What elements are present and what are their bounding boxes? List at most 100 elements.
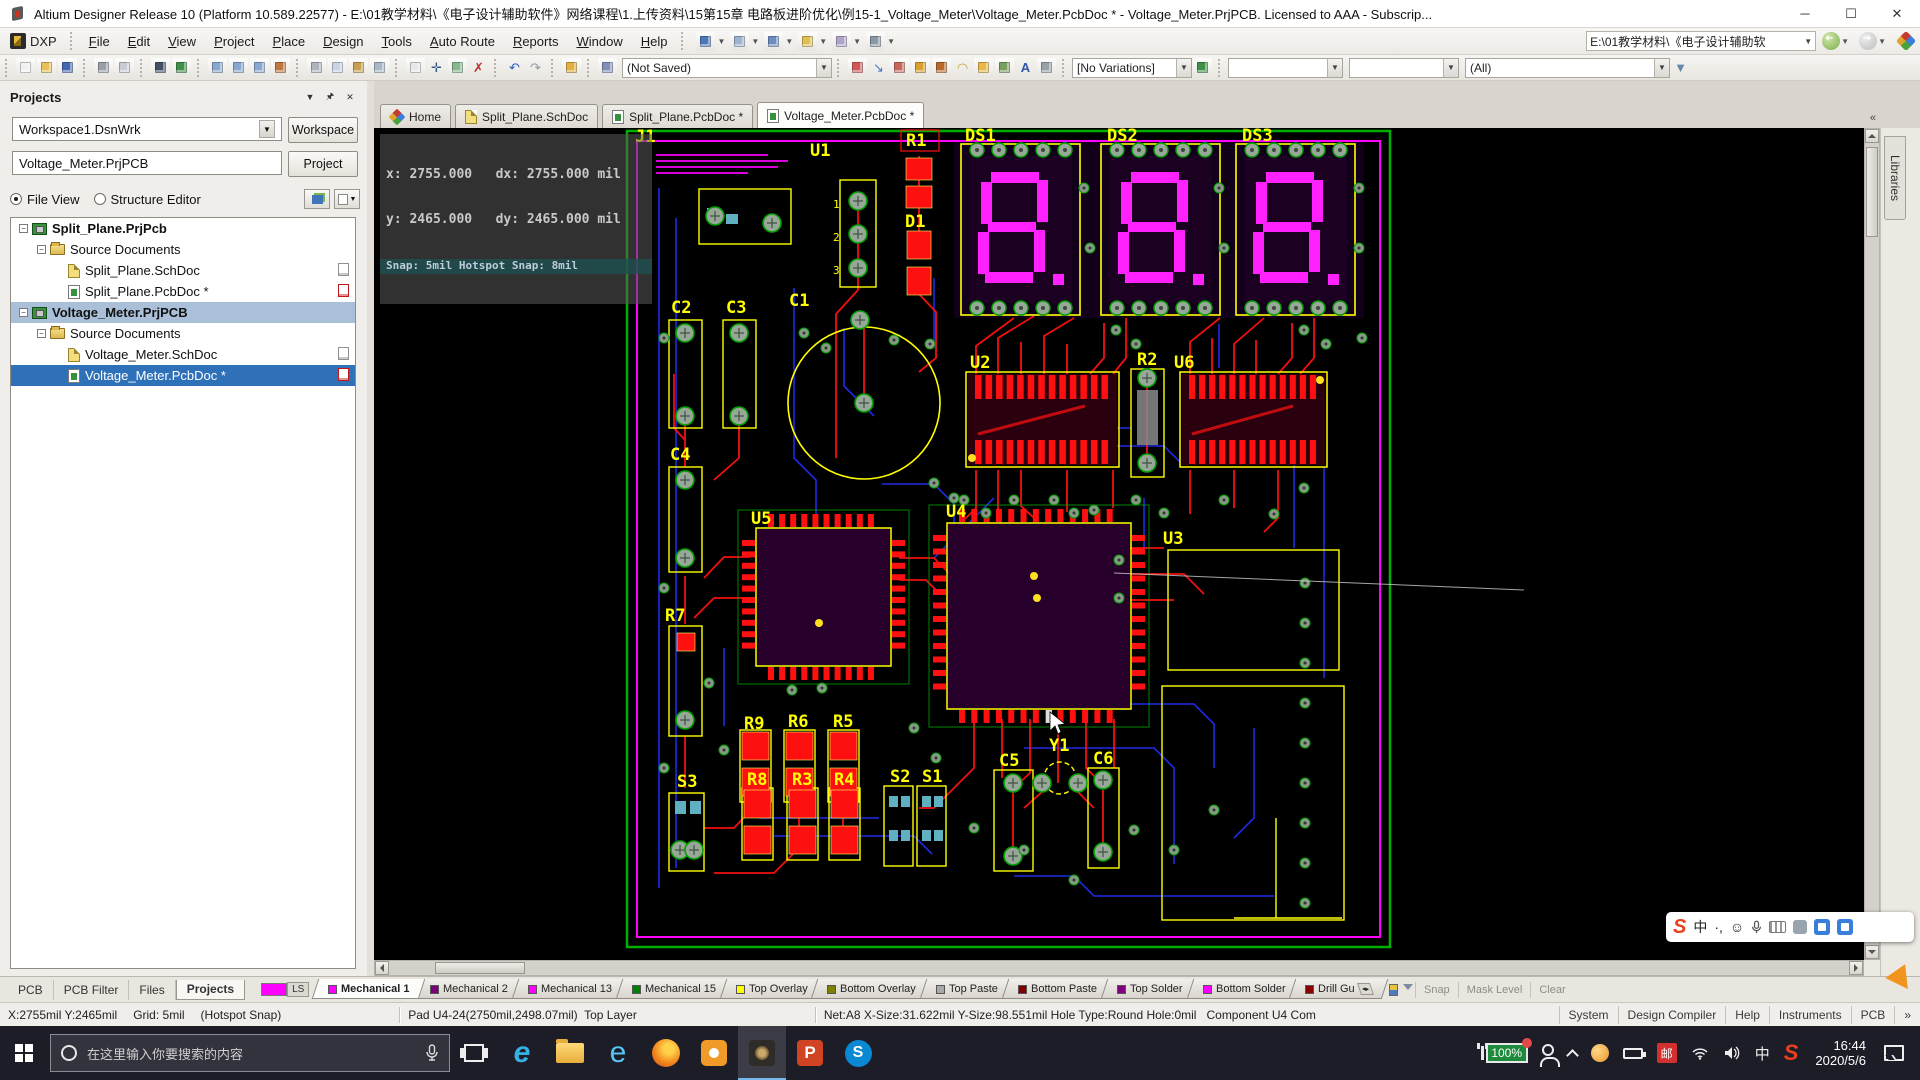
dock-tab-pcb[interactable]: PCB xyxy=(8,980,54,1000)
taskbar-internet-explorer[interactable]: e xyxy=(594,1026,642,1080)
find-similar-icon[interactable] xyxy=(598,58,617,77)
status-design-compiler-button[interactable]: Design Compiler xyxy=(1618,1006,1726,1024)
sogou-grid-icon[interactable] xyxy=(1837,919,1853,935)
tree-expand-icon[interactable]: − xyxy=(19,308,28,317)
status-system-button[interactable]: System xyxy=(1559,1006,1618,1024)
room-tool-icon[interactable] xyxy=(832,32,851,51)
project-field[interactable]: Voltage_Meter.PrjPCB xyxy=(12,151,282,175)
vertical-scrollbar[interactable] xyxy=(1864,128,1880,960)
tree-item-voltage-meter-pcbdoc-[interactable]: Voltage_Meter.PcbDoc * xyxy=(11,365,355,386)
horizontal-scroll-thumb[interactable] xyxy=(435,962,525,974)
layer-tab-mechanical-13[interactable]: Mechanical 13 xyxy=(511,979,627,999)
menu-file[interactable]: File xyxy=(80,30,119,53)
menu-design[interactable]: Design xyxy=(314,30,372,53)
layer-tab-bottom-paste[interactable]: Bottom Paste xyxy=(1002,979,1114,999)
place-array-icon[interactable] xyxy=(995,58,1014,77)
save-icon[interactable] xyxy=(58,58,77,77)
workspace-combo[interactable]: Workspace1.DsnWrk ▼ xyxy=(12,117,282,141)
path-combo-caret[interactable]: ▼ xyxy=(1804,37,1812,46)
menu-auto-route[interactable]: Auto Route xyxy=(421,30,504,53)
layer-tool-icon[interactable] xyxy=(730,32,749,51)
wifi-icon[interactable] xyxy=(1691,1046,1709,1060)
grid-settings-icon[interactable] xyxy=(1037,58,1056,77)
line-tool-caret[interactable]: ▼ xyxy=(717,37,725,46)
doc-tab-home[interactable]: Home xyxy=(380,104,451,128)
volume-icon[interactable] xyxy=(1723,1046,1741,1060)
workspace-button[interactable]: Workspace xyxy=(288,117,358,143)
status---button[interactable]: » xyxy=(1894,1006,1920,1024)
place-component-icon[interactable] xyxy=(890,58,909,77)
place-arc-icon[interactable]: ◠ xyxy=(953,58,972,77)
place-pad-icon[interactable] xyxy=(911,58,930,77)
layer-tab-mechanical-1[interactable]: Mechanical 1 xyxy=(312,979,426,999)
menu-project[interactable]: Project xyxy=(205,30,263,53)
onedrive-icon[interactable] xyxy=(1591,1044,1609,1062)
device-view-icon[interactable] xyxy=(151,58,170,77)
menu-edit[interactable]: Edit xyxy=(119,30,159,53)
panel-splitter[interactable] xyxy=(367,81,374,976)
battery-tray-icon[interactable] xyxy=(1623,1048,1643,1059)
microphone-icon[interactable] xyxy=(425,1044,439,1062)
filter-combo-1-caret[interactable]: ▼ xyxy=(1327,59,1342,77)
new-document-icon[interactable] xyxy=(16,58,35,77)
menu-window[interactable]: Window xyxy=(567,30,631,53)
back-button[interactable] xyxy=(1822,32,1840,50)
sogou-keyboard-icon[interactable] xyxy=(1769,921,1786,933)
status-pcb-button[interactable]: PCB xyxy=(1851,1006,1895,1024)
filter-funnel-icon[interactable]: ▼ xyxy=(1671,58,1690,77)
collapse-panels-icon[interactable]: « xyxy=(1870,112,1876,124)
close-button[interactable]: ✕ xyxy=(1874,0,1920,27)
menu-place[interactable]: Place xyxy=(264,30,315,53)
project-button[interactable]: Project xyxy=(288,151,358,177)
open-icon[interactable] xyxy=(37,58,56,77)
undo-icon[interactable]: ↶ xyxy=(505,58,524,77)
layer-tab-top-paste[interactable]: Top Paste xyxy=(920,979,1014,999)
saved-state-caret[interactable]: ▼ xyxy=(816,59,831,77)
project-tree[interactable]: −Split_Plane.PrjPcb−Source DocumentsSpli… xyxy=(10,217,356,969)
layer-tab-top-solder[interactable]: Top Solder xyxy=(1101,979,1199,999)
text-tool-caret[interactable]: ▼ xyxy=(785,37,793,46)
interactive-routing-icon[interactable]: ↘ xyxy=(869,58,888,77)
taskbar-orange-app[interactable] xyxy=(690,1026,738,1080)
mail-tray-icon[interactable]: 邮 xyxy=(1657,1043,1677,1063)
panel-close-icon[interactable]: ✕ xyxy=(342,90,358,104)
filter-combo-1[interactable]: ▼ xyxy=(1228,58,1343,78)
forward-caret[interactable]: ▼ xyxy=(1878,37,1886,46)
menu-help[interactable]: Help xyxy=(632,30,677,53)
taskbar-firefox[interactable] xyxy=(642,1026,690,1080)
tree-item-voltage-meter-prjpcb[interactable]: −Voltage_Meter.PrjPCB xyxy=(11,302,355,323)
minimize-button[interactable]: ─ xyxy=(1782,0,1828,27)
scroll-down-icon[interactable] xyxy=(1865,945,1879,959)
sogou-emoji-icon[interactable]: ☺ xyxy=(1730,919,1744,935)
layer-filter-icon[interactable] xyxy=(1403,984,1413,995)
taskbar-powerpoint[interactable]: P xyxy=(786,1026,834,1080)
tree-item-source-documents[interactable]: −Source Documents xyxy=(11,239,355,260)
print-icon[interactable] xyxy=(94,58,113,77)
dxp-menu[interactable]: DXP xyxy=(6,31,65,51)
sogou-input-bar[interactable]: S 中 ·, ☺ xyxy=(1666,912,1914,942)
sogou-mic-icon[interactable] xyxy=(1751,920,1762,935)
grid-tool-icon[interactable] xyxy=(866,32,885,51)
line-tool-icon[interactable] xyxy=(696,32,715,51)
apply-offset-icon[interactable] xyxy=(448,58,467,77)
forward-button[interactable] xyxy=(1859,32,1877,50)
taskbar-file-explorer[interactable] xyxy=(546,1026,594,1080)
sogou-tray-icon[interactable]: S xyxy=(1784,1040,1799,1066)
cut-icon[interactable] xyxy=(307,58,326,77)
tree-item-voltage-meter-schdoc[interactable]: Voltage_Meter.SchDoc xyxy=(11,344,355,365)
start-button[interactable] xyxy=(0,1026,48,1080)
menu-reports[interactable]: Reports xyxy=(504,30,568,53)
menu-view[interactable]: View xyxy=(159,30,205,53)
file-view-radio[interactable] xyxy=(10,193,22,205)
maximize-button[interactable]: ☐ xyxy=(1828,0,1874,27)
room-tool-caret[interactable]: ▼ xyxy=(853,37,861,46)
status-instruments-button[interactable]: Instruments xyxy=(1769,1006,1851,1024)
dock-tab-files[interactable]: Files xyxy=(129,980,175,1000)
scope-caret[interactable]: ▼ xyxy=(1654,59,1669,77)
select-area-icon[interactable] xyxy=(406,58,425,77)
pcb-3d-icon[interactable] xyxy=(172,58,191,77)
layer-set-box[interactable]: LS xyxy=(261,982,309,997)
sogou-punctuation[interactable]: ·, xyxy=(1714,919,1723,935)
dimension-tool-icon[interactable] xyxy=(798,32,817,51)
saved-state-combo[interactable]: (Not Saved) ▼ xyxy=(622,58,832,78)
